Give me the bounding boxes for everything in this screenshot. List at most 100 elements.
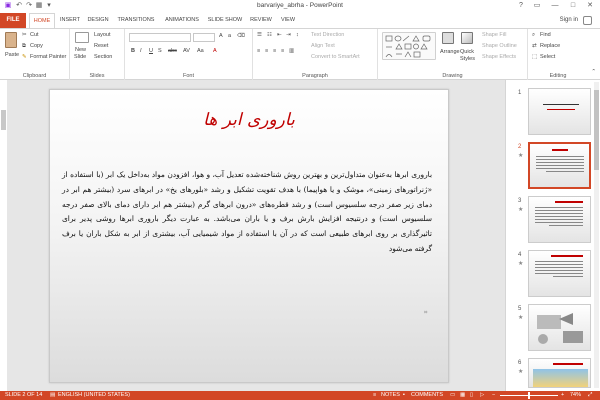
cut-icon[interactable]: ✂ (22, 32, 27, 38)
replace-icon[interactable]: ⇄ (532, 43, 537, 49)
shape-outline-button[interactable]: Shape Outline (482, 43, 517, 49)
slide-thumbnail-2[interactable] (528, 142, 591, 189)
reset-button[interactable]: Reset (94, 43, 108, 49)
maximize-button[interactable]: □ (566, 1, 580, 11)
shape-fill-button[interactable]: Shape Fill (482, 32, 506, 38)
slide-thumbnail-1[interactable] (528, 88, 591, 135)
thumbnails-scroll-handle[interactable] (594, 90, 599, 170)
zoom-out-icon[interactable]: − (492, 391, 495, 400)
italic-icon[interactable]: I (140, 48, 142, 54)
format-painter-button[interactable]: Format Painter (30, 54, 66, 60)
numbering-icon[interactable]: ☷ (267, 32, 272, 38)
slide-thumbnail-6[interactable] (528, 358, 591, 388)
sign-in-link[interactable]: Sign in (560, 13, 578, 28)
justify-icon[interactable]: ≡ (281, 48, 284, 54)
tab-file[interactable]: FILE (0, 13, 26, 28)
language-indicator[interactable]: ENGLISH (UNITED STATES) (58, 391, 130, 400)
notes-icon[interactable]: ≡ (373, 391, 376, 400)
new-slide-button-line2[interactable]: Slide (74, 54, 86, 60)
select-button[interactable]: Select (540, 54, 555, 60)
shapes-gallery[interactable] (382, 32, 436, 60)
cut-button[interactable]: Cut (30, 32, 39, 38)
change-case-icon[interactable]: Aa (197, 48, 204, 54)
find-icon[interactable]: ⌕ (532, 32, 535, 39)
slide-sorter-icon[interactable]: ▦ (460, 391, 465, 400)
comments-icon[interactable]: ▪ (403, 391, 405, 400)
spellcheck-icon[interactable]: ▤ (50, 391, 55, 400)
arrange-icon[interactable] (442, 32, 454, 44)
arrange-button[interactable]: Arrange (440, 49, 460, 55)
help-button[interactable]: ? (514, 1, 528, 11)
minimize-button[interactable]: — (548, 1, 562, 11)
thumbnails-scrollbar[interactable] (594, 82, 599, 388)
tab-home[interactable]: HOME (29, 13, 55, 28)
paste-button[interactable]: Paste (5, 52, 19, 58)
bold-icon[interactable]: B (131, 48, 135, 54)
quick-styles-button-line2[interactable]: Styles (460, 56, 475, 62)
slide-thumbnail-3[interactable] (528, 196, 591, 243)
decrease-indent-icon[interactable]: ⇤ (277, 32, 282, 38)
zoom-in-icon[interactable]: + (561, 391, 564, 400)
left-scroll-handle[interactable] (1, 110, 6, 130)
line-spacing-icon[interactable]: ↕ (296, 32, 299, 38)
font-size-box[interactable] (193, 33, 215, 42)
underline-icon[interactable]: U (149, 48, 153, 54)
current-slide[interactable]: باروری ابر ها باروری ابرها به‌عنوان متدا… (49, 89, 449, 383)
zoom-slider-handle[interactable] (528, 392, 530, 399)
align-center-icon[interactable]: ≡ (265, 48, 268, 54)
columns-icon[interactable]: ▥ (289, 48, 294, 54)
new-slide-icon[interactable] (75, 32, 89, 43)
ribbon-display-options-button[interactable]: ▭ (530, 1, 544, 11)
quick-styles-icon[interactable] (461, 32, 473, 44)
format-painter-icon[interactable]: ✎ (22, 54, 27, 60)
font-color-icon[interactable]: A (213, 48, 217, 54)
char-spacing-icon[interactable]: AV (183, 48, 190, 54)
new-slide-button[interactable]: New (75, 47, 86, 53)
copy-button[interactable]: Copy (30, 43, 43, 49)
collapse-ribbon-icon[interactable]: ⌃ (591, 69, 596, 75)
bullets-icon[interactable]: ☰ (257, 32, 262, 38)
convert-smartart-button[interactable]: Convert to SmartArt (311, 54, 360, 60)
reading-view-icon[interactable]: ▯ (470, 391, 473, 400)
tab-design[interactable]: DESIGN (85, 13, 111, 28)
zoom-level[interactable]: 74% (570, 391, 581, 400)
notes-button[interactable]: NOTES (381, 391, 400, 400)
tab-view[interactable]: VIEW (278, 13, 298, 28)
strikethrough-icon[interactable]: abc (168, 48, 177, 54)
quick-styles-button[interactable]: Quick (460, 49, 474, 55)
slide-thumbnail-4[interactable] (528, 250, 591, 297)
text-direction-button[interactable]: Text Direction (311, 32, 344, 38)
align-text-button[interactable]: Align Text (311, 43, 335, 49)
normal-view-icon[interactable]: ▭ (450, 391, 455, 400)
shape-effects-button[interactable]: Shape Effects (482, 54, 516, 60)
close-button[interactable]: ✕ (583, 1, 597, 11)
tab-insert[interactable]: INSERT (58, 13, 82, 28)
font-name-box[interactable] (129, 33, 191, 42)
align-right-icon[interactable]: ≡ (273, 48, 276, 54)
select-icon[interactable]: ⬚ (532, 54, 537, 60)
tab-slide-show[interactable]: SLIDE SHOW (206, 13, 244, 28)
paste-icon[interactable] (5, 32, 17, 48)
tab-review[interactable]: REVIEW (247, 13, 275, 28)
decrease-font-icon[interactable]: a (228, 33, 231, 39)
comments-button[interactable]: COMMENTS (411, 391, 443, 400)
fit-slide-icon[interactable]: ⤢ (588, 391, 592, 400)
shadow-icon[interactable]: S (158, 48, 162, 54)
align-left-icon[interactable]: ≡ (257, 48, 260, 54)
tab-animations[interactable]: ANIMATIONS (161, 13, 203, 28)
increase-font-icon[interactable]: A (219, 33, 223, 39)
slide-thumbnails-pane: 1 2 ★ 3 ★ 4 ★ 5 ★ 6 ★ (505, 80, 600, 391)
slide-title[interactable]: باروری ابر ها (50, 110, 448, 130)
section-button[interactable]: Section (94, 54, 112, 60)
clear-formatting-icon[interactable]: ⌫ (237, 33, 245, 39)
copy-icon[interactable]: ⧉ (22, 43, 26, 50)
slide-body-text[interactable]: باروری ابرها به‌عنوان متداول‌ترین و بهتر… (62, 168, 432, 257)
slideshow-view-icon[interactable]: ▷ (480, 391, 484, 400)
slide-thumbnail-5[interactable] (528, 304, 591, 351)
layout-button[interactable]: Layout (94, 32, 111, 38)
account-avatar-icon[interactable] (583, 16, 592, 25)
tab-transitions[interactable]: TRANSITIONS (114, 13, 158, 28)
increase-indent-icon[interactable]: ⇥ (286, 32, 291, 38)
replace-button[interactable]: Replace (540, 43, 560, 49)
find-button[interactable]: Find (540, 32, 551, 38)
